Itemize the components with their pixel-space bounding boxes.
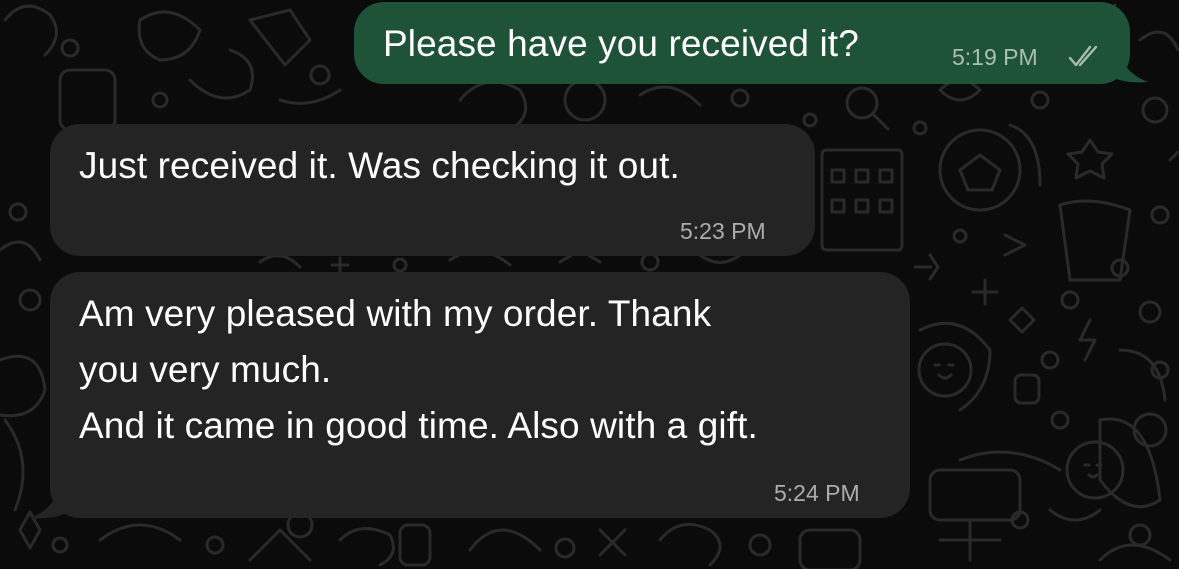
message-time: 5:24 PM — [774, 480, 860, 506]
message-text: Just received it. Was checking it out. — [79, 145, 680, 186]
message-time: 5:19 PM — [952, 44, 1038, 70]
message-text: Please have you received it? — [383, 23, 859, 64]
message-text: Am very pleased with my order. Thank you… — [79, 293, 758, 446]
incoming-message-bubble[interactable]: Am very pleased with my order. Thank you… — [50, 272, 910, 518]
message-time: 5:23 PM — [680, 218, 766, 244]
incoming-message-bubble[interactable]: Just received it. Was checking it out. 5… — [50, 124, 815, 256]
outgoing-message-bubble[interactable]: Please have you received it? 5:19 PM — [354, 2, 1130, 84]
incoming-bubble-tail — [30, 484, 68, 519]
double-check-icon — [1068, 45, 1098, 67]
outgoing-bubble-tail — [1110, 48, 1148, 83]
chat-area: Please have you received it? 5:19 PM Jus… — [0, 0, 1179, 569]
